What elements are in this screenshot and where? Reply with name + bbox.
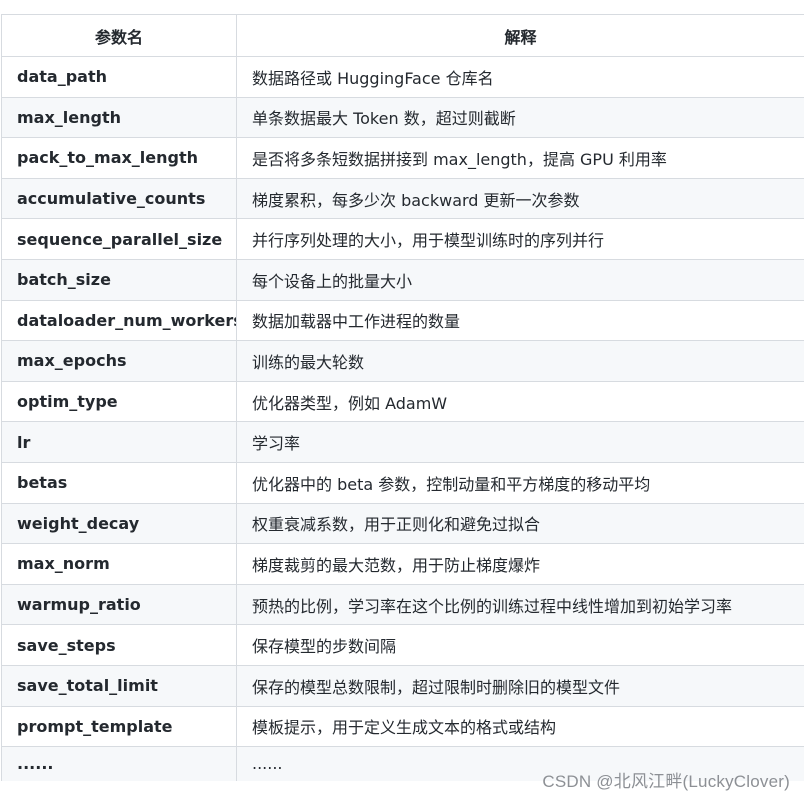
table-row: accumulative_counts 梯度累积，每多少次 backward 更新… (1, 177, 804, 220)
param-description-cell: 梯度裁剪的最大范数，用于防止梯度爆炸 (236, 543, 804, 585)
param-description-cell: 学习率 (236, 421, 804, 463)
param-description-cell: 数据路径或 HuggingFace 仓库名 (236, 56, 804, 98)
table-row: betas 优化器中的 beta 参数，控制动量和平方梯度的移动平均 (1, 461, 804, 504)
param-description-cell: 是否将多条短数据拼接到 max_length，提高 GPU 利用率 (236, 137, 804, 179)
param-description-cell: 优化器中的 beta 参数，控制动量和平方梯度的移动平均 (236, 461, 804, 504)
param-name-cell: max_norm (1, 543, 237, 585)
table-row: save_steps 保存模型的步数间隔 (1, 624, 804, 666)
param-description-cell: 并行序列处理的大小，用于模型训练时的序列并行 (236, 218, 804, 260)
param-name-cell: ...... (1, 746, 237, 781)
param-description-cell: 保存的模型总数限制，超过限制时删除旧的模型文件 (236, 664, 804, 707)
param-name-cell: save_steps (1, 624, 237, 666)
table-row: weight_decay 权重衰减系数，用于正则化和避免过拟合 (1, 502, 804, 545)
param-description-cell: 梯度累积，每多少次 backward 更新一次参数 (236, 177, 804, 220)
table-row: optim_type 优化器类型，例如 AdamW (1, 380, 804, 423)
table-row: max_epochs 训练的最大轮数 (1, 340, 804, 382)
parameter-table: 参数名 解释 data_path 数据路径或 HuggingFace 仓库名 max… (1, 14, 804, 781)
param-name-cell: dataloader_num_workers (1, 299, 237, 342)
table-row: data_path 数据路径或 HuggingFace 仓库名 (1, 56, 804, 98)
table-row: max_norm 梯度裁剪的最大范数，用于防止梯度爆炸 (1, 543, 804, 585)
param-description-cell: 数据加载器中工作进程的数量 (236, 299, 804, 342)
param-description-cell: 权重衰减系数，用于正则化和避免过拟合 (236, 502, 804, 545)
param-name-cell: weight_decay (1, 502, 237, 545)
parameter-table-container: 参数名 解释 data_path 数据路径或 HuggingFace 仓库名 max… (1, 14, 804, 781)
csdn-watermark: CSDN @北风江畔(LuckyClover) (542, 772, 790, 791)
param-name-cell: max_epochs (1, 340, 237, 382)
table-body: data_path 数据路径或 HuggingFace 仓库名 max_length… (1, 56, 804, 781)
param-name-cell: data_path (1, 56, 237, 98)
table-row: max_length 单条数据最大 Token 数，超过则截断 (1, 96, 804, 139)
param-name-cell: prompt_template (1, 705, 237, 748)
param-description-cell: 模板提示，用于定义生成文本的格式或结构 (236, 705, 804, 748)
table-header-row: 参数名 解释 (1, 14, 804, 57)
param-description-cell: 训练的最大轮数 (236, 340, 804, 382)
param-description-cell: 预热的比例，学习率在这个比例的训练过程中线性增加到初始学习率 (236, 583, 804, 626)
table-row: warmup_ratio 预热的比例，学习率在这个比例的训练过程中线性增加到初始学… (1, 583, 804, 626)
header-explanation: 解释 (236, 14, 804, 57)
table-row: save_total_limit 保存的模型总数限制，超过限制时删除旧的模型文件 (1, 664, 804, 707)
param-name-cell: pack_to_max_length (1, 137, 237, 179)
param-name-cell: lr (1, 421, 237, 463)
table-row: dataloader_num_workers 数据加载器中工作进程的数量 (1, 299, 804, 342)
table-row: lr 学习率 (1, 421, 804, 463)
param-name-cell: max_length (1, 96, 237, 139)
param-description-cell: 每个设备上的批量大小 (236, 258, 804, 301)
param-name-cell: warmup_ratio (1, 583, 237, 626)
param-description-cell: 优化器类型，例如 AdamW (236, 380, 804, 423)
table-row: batch_size 每个设备上的批量大小 (1, 258, 804, 301)
table-row: sequence_parallel_size 并行序列处理的大小，用于模型训练时的… (1, 218, 804, 260)
table-row: pack_to_max_length 是否将多条短数据拼接到 max_length… (1, 137, 804, 179)
param-description-cell: 保存模型的步数间隔 (236, 624, 804, 666)
param-name-cell: optim_type (1, 380, 237, 423)
param-name-cell: batch_size (1, 258, 237, 301)
table-row: prompt_template 模板提示，用于定义生成文本的格式或结构 (1, 705, 804, 748)
param-name-cell: sequence_parallel_size (1, 218, 237, 260)
param-name-cell: save_total_limit (1, 664, 237, 707)
param-name-cell: betas (1, 461, 237, 504)
param-name-cell: accumulative_counts (1, 177, 237, 220)
param-description-cell: 单条数据最大 Token 数，超过则截断 (236, 96, 804, 139)
header-param-name: 参数名 (1, 14, 237, 57)
